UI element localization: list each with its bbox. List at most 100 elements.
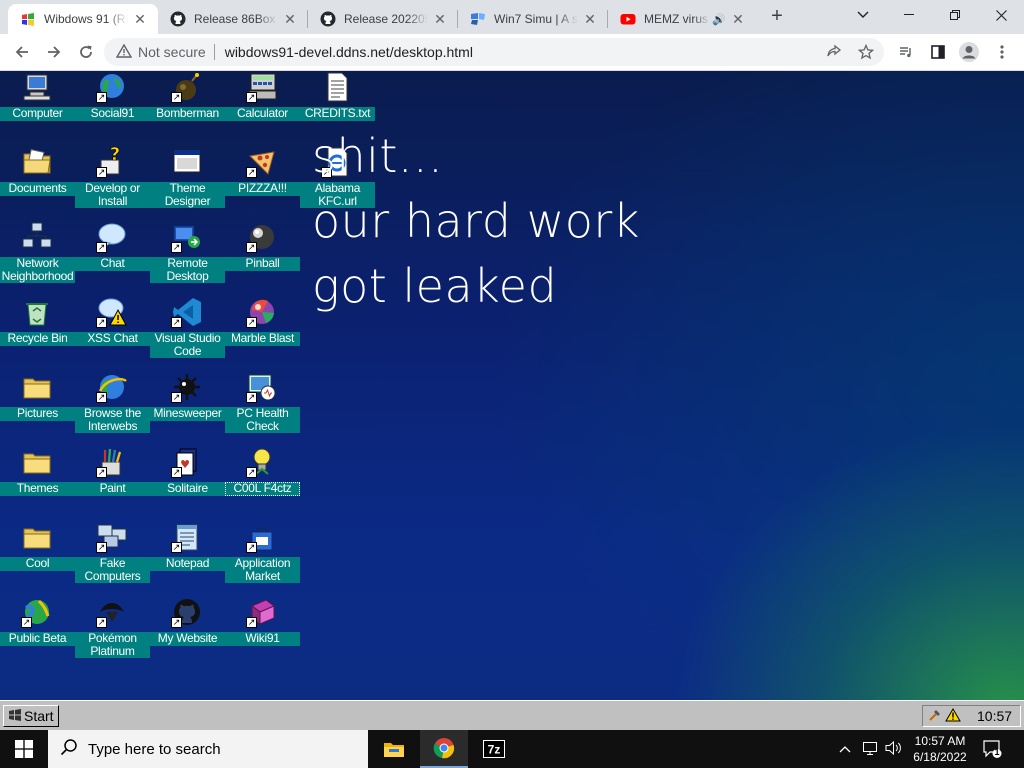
- globe-people-icon: ↗: [96, 71, 128, 103]
- tab-release[interactable]: Release 202205 ✕: [308, 4, 458, 34]
- desktop-icon-visual-studio-code[interactable]: ↗ Visual Studio Code: [150, 296, 225, 371]
- desktop-icon-pizzza[interactable]: ↗ PIZZZA!!!: [225, 146, 300, 221]
- desktop-icon-recycle-bin[interactable]: Recycle Bin: [0, 296, 75, 371]
- desktop-icon-application-market[interactable]: ↗ Application Market: [225, 521, 300, 596]
- security-status[interactable]: Not secure: [138, 44, 206, 60]
- desktop-icon-calculator[interactable]: ↗ Calculator: [225, 71, 300, 146]
- url-text[interactable]: wibdows91-devel.ddns.net/desktop.html: [225, 44, 473, 60]
- vscode-icon: ↗: [171, 296, 203, 328]
- desktop-icon-my-website[interactable]: ↗ My Website: [150, 596, 225, 671]
- close-icon[interactable]: ✕: [132, 11, 148, 27]
- restore-button[interactable]: [932, 0, 978, 30]
- tab-wibdows91[interactable]: Wibdows 91 (RE ✕: [8, 4, 158, 34]
- shortcut-arrow-icon: ↗: [171, 92, 182, 103]
- address-bar[interactable]: Not secure wibdows91-devel.ddns.net/desk…: [104, 38, 884, 66]
- w91-start-button[interactable]: Start: [3, 705, 59, 727]
- taskbar-search-box[interactable]: Type here to search: [48, 730, 368, 768]
- speaker-icon[interactable]: 🔊: [712, 13, 726, 26]
- back-button[interactable]: [8, 38, 36, 66]
- overlay-text-line-3: got leaked: [312, 259, 558, 313]
- desktop-icon-fake-computers[interactable]: ↗ Fake Computers: [75, 521, 150, 596]
- close-window-button[interactable]: [978, 0, 1024, 30]
- win7-icon: [470, 11, 486, 27]
- desktop-icon-notepad[interactable]: ↗ Notepad: [150, 521, 225, 596]
- tools-icon[interactable]: [929, 709, 941, 724]
- desktop-icon-wiki91[interactable]: ↗ Wiki91: [225, 596, 300, 671]
- desktop-icon-label: Remote Desktop: [150, 257, 225, 283]
- pokemon-icon: ↗: [96, 596, 128, 628]
- notification-center-icon[interactable]: 1: [982, 739, 1002, 758]
- close-icon[interactable]: ✕: [432, 11, 448, 27]
- windows-clock[interactable]: 10:57 AM 6/18/2022: [908, 733, 972, 765]
- github-icon: [320, 11, 336, 27]
- forward-button[interactable]: [40, 38, 68, 66]
- desktop-icon-pinball[interactable]: ↗ Pinball: [225, 221, 300, 296]
- share-icon[interactable]: [822, 38, 846, 66]
- file-explorer-icon[interactable]: [370, 730, 418, 768]
- close-icon[interactable]: ✕: [582, 11, 598, 27]
- youtube-icon: [620, 11, 636, 27]
- desktop-icon-browse-the-interwebs[interactable]: ↗ Browse the Interwebs: [75, 371, 150, 446]
- desktop-icon-label: XSS Chat: [75, 332, 150, 346]
- tab-memz[interactable]: MEMZ virus 🔊 ✕: [608, 4, 756, 34]
- desktop-icon-c00l-f4ctz[interactable]: ↗ C00L F4ctz: [225, 446, 300, 521]
- tab-search-chevron-icon[interactable]: [840, 0, 886, 30]
- menu-kebab-icon[interactable]: [990, 38, 1014, 66]
- chevron-up-icon[interactable]: [839, 740, 851, 756]
- tab-win7[interactable]: Win7 Simu | A s ✕: [458, 4, 608, 34]
- windows91-logo-icon: [8, 708, 22, 724]
- desktop-icon-themes[interactable]: Themes: [0, 446, 75, 521]
- warning-icon[interactable]: [115, 43, 133, 61]
- shortcut-arrow-icon: ↗: [96, 167, 107, 178]
- desktop-icon-solitaire[interactable]: ♥ ↗ Solitaire: [150, 446, 225, 521]
- desktop-icon-paint[interactable]: ↗ Paint: [75, 446, 150, 521]
- network-icon[interactable]: [862, 740, 878, 759]
- browser-toolbar: Not secure wibdows91-devel.ddns.net/desk…: [0, 34, 1024, 71]
- desktop-icon-xss-chat[interactable]: ↗ XSS Chat: [75, 296, 150, 371]
- shortcut-arrow-icon: ↗: [96, 92, 107, 103]
- desktop-icon-computer[interactable]: Computer: [0, 71, 75, 146]
- desktop-icon-develop-or-install[interactable]: ? ↗ Develop or Install: [75, 146, 150, 221]
- desktop-icon-minesweeper[interactable]: ↗ Minesweeper: [150, 371, 225, 446]
- reload-button[interactable]: [72, 38, 100, 66]
- desktop-icon-marble-blast[interactable]: ↗ Marble Blast: [225, 296, 300, 371]
- desktop-icon-theme-designer[interactable]: Theme Designer: [150, 146, 225, 221]
- close-icon[interactable]: ✕: [730, 11, 746, 27]
- new-tab-button[interactable]: +: [764, 6, 790, 28]
- desktop-icon-social91[interactable]: ↗ Social91: [75, 71, 150, 146]
- desktop-icon-remote-desktop[interactable]: ↗ Remote Desktop: [150, 221, 225, 296]
- profile-avatar-icon[interactable]: [957, 38, 981, 66]
- shortcut-arrow-icon: ↗: [171, 542, 182, 553]
- volume-icon[interactable]: [885, 740, 903, 759]
- tab-86box[interactable]: Release 86Box 3 ✕: [158, 4, 308, 34]
- warning-icon[interactable]: [945, 707, 961, 725]
- side-panel-icon[interactable]: [926, 38, 950, 66]
- desktop-icon-pictures[interactable]: Pictures: [0, 371, 75, 446]
- desktop[interactable]: Computer ↗ Social91 ↗ Bomberman ↗ Calculator CR…: [0, 71, 1024, 700]
- computer-icon: [21, 71, 53, 103]
- notepad-icon: ↗: [171, 521, 203, 553]
- desktop-icon-pokemon-platinum[interactable]: ↗ Pokémon Platinum: [75, 596, 150, 671]
- shortcut-arrow-icon: ↗: [96, 392, 107, 403]
- windows91-icon: [20, 11, 36, 27]
- desktop-icon-label: Calculator: [225, 107, 300, 121]
- chrome-icon[interactable]: [420, 730, 468, 768]
- desktop-icon-documents[interactable]: Documents: [0, 146, 75, 221]
- desktop-icon-network-neighborhood[interactable]: Network Neighborhood: [0, 221, 75, 296]
- 7zip-icon[interactable]: 7z: [470, 730, 518, 768]
- minimize-button[interactable]: [886, 0, 932, 30]
- desktop-icon-public-beta[interactable]: ↗ Public Beta: [0, 596, 75, 671]
- desktop-icon-bomberman[interactable]: ↗ Bomberman: [150, 71, 225, 146]
- w91-system-tray: 10:57: [922, 705, 1021, 727]
- w91-clock[interactable]: 10:57: [977, 708, 1012, 724]
- close-icon[interactable]: ✕: [282, 11, 298, 27]
- media-control-icon[interactable]: [894, 38, 918, 66]
- bookmark-star-icon[interactable]: [854, 38, 878, 66]
- desktop-icon-chat[interactable]: ↗ Chat: [75, 221, 150, 296]
- folder-icon: [21, 521, 53, 553]
- desktop-icon-pc-health-check[interactable]: ↗ PC Health Check: [225, 371, 300, 446]
- desktop-icon-label: Chat: [75, 257, 150, 271]
- shortcut-arrow-icon: ↗: [246, 317, 257, 328]
- windows-start-button[interactable]: [0, 730, 48, 768]
- desktop-icon-cool[interactable]: Cool: [0, 521, 75, 596]
